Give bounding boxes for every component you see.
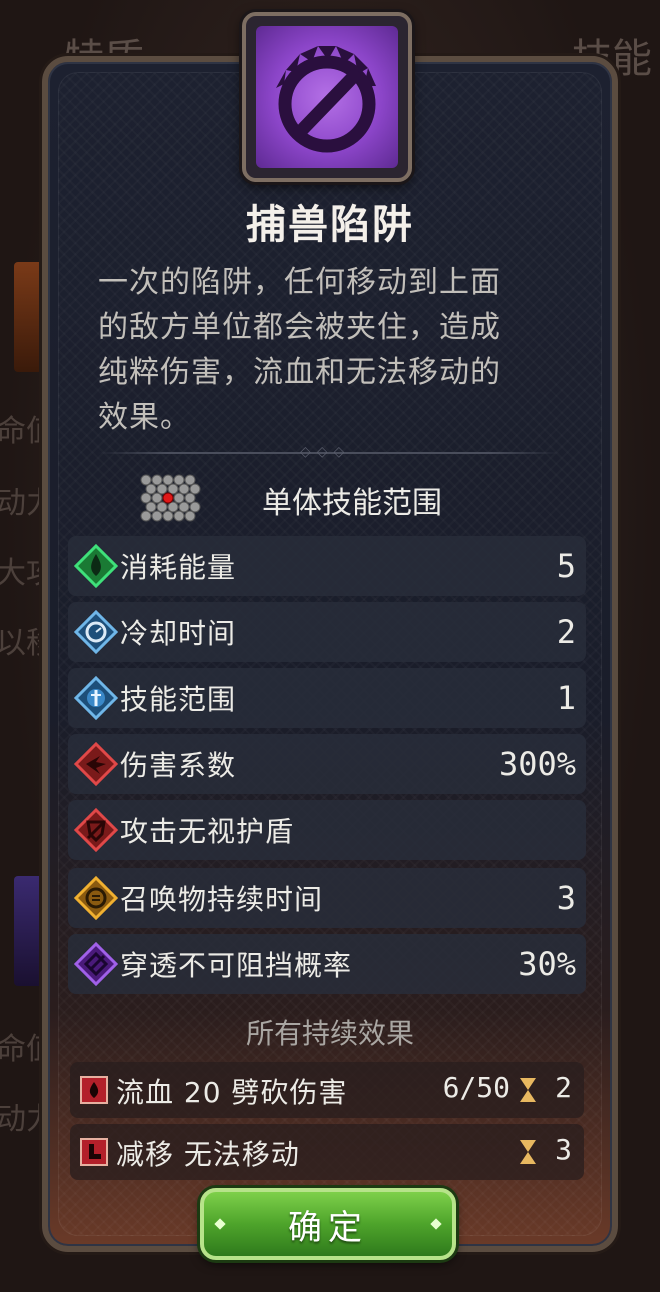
stat-row-cooldown: 冷却时间 2 bbox=[68, 602, 586, 662]
stat-label: 伤害系数 bbox=[120, 749, 237, 782]
button-ornament bbox=[214, 1218, 226, 1230]
description-line: 一次的陷阱，任何移动到上面 bbox=[98, 265, 501, 300]
skill-description: 一次的陷阱，任何移动到上面 的敌方单位都会被夹住，造成 纯粹伤害，流血和无法移动… bbox=[98, 260, 568, 440]
stat-value: 2 bbox=[556, 613, 576, 651]
button-ornament bbox=[430, 1218, 442, 1230]
description-line: 纯粹伤害，流血和无法移动的 bbox=[98, 355, 501, 390]
slow-icon bbox=[80, 1138, 108, 1166]
stat-row-energy: 消耗能量 5 bbox=[68, 536, 586, 596]
stat-value: 5 bbox=[556, 547, 576, 585]
confirm-button[interactable]: 确定 bbox=[200, 1188, 456, 1260]
bg-hero-card[interactable] bbox=[14, 876, 44, 986]
pierce-icon bbox=[74, 942, 118, 986]
effect-row-bleed: 流血 20 劈砍伤害 6/50 2 bbox=[70, 1062, 584, 1118]
effect-duration: 2 bbox=[555, 1071, 572, 1104]
stat-label: 攻击无视护盾 bbox=[120, 815, 295, 848]
confirm-label: 确定 bbox=[288, 1207, 368, 1248]
hourglass-icon bbox=[520, 1078, 536, 1102]
ignore-shield-icon bbox=[74, 808, 118, 852]
hourglass-icon bbox=[520, 1140, 536, 1164]
effect-label: 流血 20 劈砍伤害 bbox=[116, 1076, 348, 1109]
bg-hero-card[interactable] bbox=[14, 262, 44, 372]
effect-stack: 6/50 bbox=[442, 1071, 510, 1104]
stat-row-pierce: 穿透不可阻挡概率 30% bbox=[68, 934, 586, 994]
energy-icon bbox=[74, 544, 118, 588]
stat-value: 3 bbox=[556, 879, 576, 917]
summon-duration-icon bbox=[74, 876, 118, 920]
stat-row-summon-duration: 召唤物持续时间 3 bbox=[68, 868, 586, 928]
hex-range-icon bbox=[140, 474, 201, 522]
skill-name: 捕兽陷阱 bbox=[246, 202, 414, 248]
divider-ornament: ◇◇◇ bbox=[300, 444, 351, 460]
cooldown-icon bbox=[74, 610, 118, 654]
effect-label: 减移 无法移动 bbox=[116, 1138, 300, 1171]
stat-value: 300% bbox=[498, 745, 576, 783]
damage-coefficient-icon bbox=[74, 742, 118, 786]
skill-icon-frame bbox=[242, 12, 412, 182]
trap-ban-icon bbox=[256, 26, 398, 168]
stat-value: 30% bbox=[518, 945, 576, 983]
effects-title: 所有持续效果 bbox=[245, 1017, 414, 1050]
range-icon bbox=[74, 676, 118, 720]
stat-label: 技能范围 bbox=[120, 683, 237, 716]
stat-label: 消耗能量 bbox=[120, 551, 237, 584]
stat-label: 冷却时间 bbox=[120, 617, 237, 650]
skill-range-type: 单体技能范围 bbox=[262, 486, 442, 521]
description-line: 效果。 bbox=[98, 400, 191, 435]
bleed-icon bbox=[80, 1076, 108, 1104]
effect-row-slow: 减移 无法移动 3 bbox=[70, 1124, 584, 1180]
effect-duration: 3 bbox=[555, 1133, 572, 1166]
stat-row-ignore-shield: 攻击无视护盾 bbox=[68, 800, 586, 860]
stat-label: 穿透不可阻挡概率 bbox=[120, 949, 353, 982]
stat-row-damage-coefficient: 伤害系数 300% bbox=[68, 734, 586, 794]
stat-row-range: 技能范围 1 bbox=[68, 668, 586, 728]
stat-label: 召唤物持续时间 bbox=[120, 883, 324, 916]
stat-value: 1 bbox=[556, 679, 576, 717]
description-line: 的敌方单位都会被夹住，造成 bbox=[98, 310, 501, 345]
